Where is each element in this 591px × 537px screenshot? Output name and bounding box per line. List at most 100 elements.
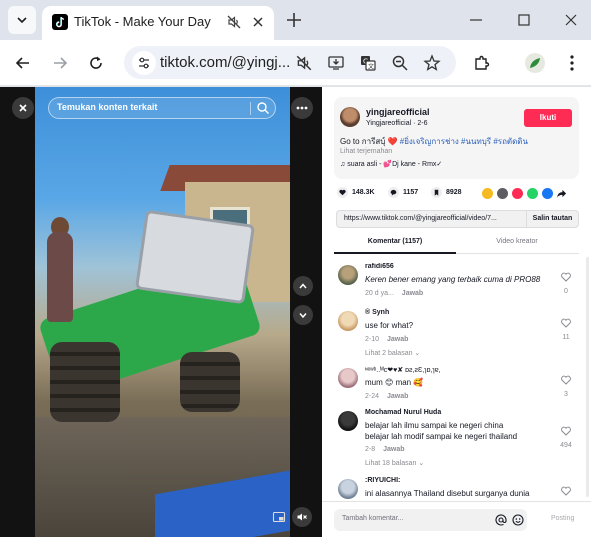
minimize-icon[interactable] bbox=[466, 10, 486, 30]
browser-toolbar: tiktok.com/@yingj... G文 bbox=[0, 40, 591, 86]
forward-button[interactable] bbox=[49, 52, 71, 74]
see-translation-link[interactable]: Lihat terjemahan bbox=[340, 148, 392, 155]
reload-button[interactable] bbox=[85, 52, 107, 74]
bookmark-icon bbox=[431, 187, 442, 198]
author-username[interactable]: yingjareofficial bbox=[366, 107, 430, 117]
close-video-button[interactable] bbox=[12, 97, 34, 119]
share-embed-icon[interactable] bbox=[497, 188, 508, 199]
muted-volume-icon bbox=[297, 513, 307, 521]
comment-like-button[interactable]: 0 bbox=[558, 269, 574, 295]
panel-tabs: Komentar (1157) Video kreator bbox=[334, 234, 579, 254]
view-replies-button[interactable]: Lihat 2 balasan ⌄ bbox=[365, 349, 420, 357]
next-video-button[interactable] bbox=[293, 305, 313, 325]
profile-button[interactable] bbox=[524, 52, 546, 74]
engagement-stats: 148.3K 1157 8928 bbox=[334, 187, 579, 201]
floating-player-icon[interactable] bbox=[272, 510, 286, 524]
comment-meta: 2-24 Jawab bbox=[365, 393, 408, 400]
browser-tab[interactable]: TikTok - Make Your Day bbox=[42, 6, 274, 40]
volume-button[interactable] bbox=[292, 507, 312, 527]
video-player[interactable]: Temukan konten terkait bbox=[0, 87, 322, 537]
comment-text: ini alasannya Thailand disebut surganya … bbox=[365, 489, 530, 498]
like-button[interactable]: 148.3K bbox=[337, 187, 375, 198]
emoji-icon[interactable] bbox=[512, 514, 524, 526]
comment-bubble-icon bbox=[388, 187, 399, 198]
share-coin-icon[interactable] bbox=[482, 188, 493, 199]
share-arrow-icon[interactable] bbox=[556, 188, 567, 199]
commenter-avatar[interactable] bbox=[338, 411, 358, 431]
bookmark-star-icon[interactable] bbox=[422, 53, 442, 73]
commenter-name[interactable]: rafidi656 bbox=[365, 263, 394, 270]
reply-button[interactable]: Jawab bbox=[383, 446, 404, 453]
related-search-input[interactable]: Temukan konten terkait bbox=[48, 97, 276, 119]
puzzle-icon bbox=[475, 55, 490, 70]
favorite-count: 8928 bbox=[446, 189, 462, 196]
tiktok-favicon-icon bbox=[52, 14, 68, 30]
search-icon[interactable] bbox=[256, 101, 270, 115]
caption-hashtags[interactable]: #ยิ่งเจริญการช่าง #นนทบุรี #รถตัดดิน bbox=[400, 137, 528, 146]
close-icon bbox=[19, 104, 27, 112]
commenter-name[interactable]: ® Synh bbox=[365, 309, 389, 316]
maximize-icon[interactable] bbox=[514, 10, 534, 30]
comment-like-button[interactable]: 3 bbox=[558, 372, 574, 398]
mention-icon[interactable] bbox=[495, 514, 507, 526]
video-scene-person bbox=[47, 232, 73, 322]
install-app-icon[interactable] bbox=[326, 53, 346, 73]
tab-title: TikTok - Make Your Day bbox=[74, 14, 211, 29]
tab-comments[interactable]: Komentar (1157) bbox=[334, 238, 456, 245]
back-arrow-icon bbox=[15, 57, 29, 69]
reply-button[interactable]: Jawab bbox=[387, 336, 408, 343]
comment-count-button[interactable]: 1157 bbox=[388, 187, 418, 198]
comment-like-button[interactable]: 494 bbox=[558, 423, 574, 449]
follow-button[interactable]: Ikuti bbox=[524, 109, 572, 127]
share-send-icon[interactable] bbox=[512, 188, 523, 199]
window-close-icon[interactable] bbox=[561, 10, 581, 30]
site-info-button[interactable] bbox=[132, 51, 156, 75]
comment-like-button[interactable] bbox=[558, 483, 574, 499]
commenter-avatar[interactable] bbox=[338, 265, 358, 285]
copy-link-button[interactable]: Salin tautan bbox=[526, 211, 578, 227]
commenter-avatar[interactable] bbox=[338, 479, 358, 499]
author-avatar[interactable] bbox=[340, 107, 360, 127]
zoom-icon[interactable] bbox=[390, 53, 410, 73]
commenter-name[interactable]: :RIYUICHI: bbox=[365, 477, 400, 484]
commenter-avatar[interactable] bbox=[338, 368, 358, 388]
comment-time: 2-10 bbox=[365, 336, 380, 343]
comment-time: 2-24 bbox=[365, 393, 380, 400]
comment-like-count: 494 bbox=[560, 442, 572, 449]
tab-muted-icon[interactable] bbox=[226, 14, 242, 30]
share-facebook-icon[interactable] bbox=[542, 188, 553, 199]
translate-icon[interactable]: G文 bbox=[358, 53, 378, 73]
chrome-menu-button[interactable] bbox=[561, 52, 583, 74]
tab-search-button[interactable] bbox=[8, 6, 36, 34]
share-whatsapp-icon[interactable] bbox=[527, 188, 538, 199]
previous-video-button[interactable] bbox=[293, 276, 313, 296]
video-more-button[interactable] bbox=[291, 97, 313, 119]
music-link[interactable]: ♫ suara asli - 💕Dj kane - Rmx✓ bbox=[340, 160, 442, 168]
like-count: 148.3K bbox=[352, 189, 375, 196]
back-button[interactable] bbox=[12, 52, 34, 74]
comment-like-button[interactable]: 11 bbox=[558, 315, 574, 341]
heart-outline-icon bbox=[561, 486, 571, 496]
commenter-name[interactable]: ᶰᵉʷᵇ..ᴹᴄ❤♥✘ ɒƨ,ꙅƐ,ɿɒ,ɿɐ, bbox=[365, 366, 441, 374]
video-frame[interactable] bbox=[35, 87, 290, 537]
comment-text: use for what? bbox=[365, 321, 414, 330]
extensions-button[interactable] bbox=[471, 52, 493, 74]
comment-text: Keren bener emang yang terbaik cuma di P… bbox=[365, 275, 541, 284]
tab-muted-omnibox-icon[interactable] bbox=[294, 53, 314, 73]
tab-creator-videos[interactable]: Video kreator bbox=[456, 238, 578, 245]
commenter-name[interactable]: Mochamad Nurul Huda bbox=[365, 409, 441, 416]
commenter-avatar[interactable] bbox=[338, 311, 358, 331]
view-replies-button[interactable]: Lihat 18 balasan ⌄ bbox=[365, 459, 424, 467]
caption-text: Go to การีสบุ์ ❤️ bbox=[340, 137, 400, 146]
reply-button[interactable]: Jawab bbox=[402, 290, 423, 297]
comment-scrollbar[interactable] bbox=[586, 257, 589, 497]
reply-button[interactable]: Jawab bbox=[387, 393, 408, 400]
post-comment-button[interactable]: Posting bbox=[551, 515, 574, 522]
tab-close-icon[interactable] bbox=[250, 14, 266, 30]
chevron-down-icon bbox=[17, 17, 27, 24]
favorite-button[interactable]: 8928 bbox=[431, 187, 462, 198]
comment-count: 1157 bbox=[403, 189, 419, 196]
new-tab-icon[interactable] bbox=[284, 10, 304, 30]
address-bar[interactable]: tiktok.com/@yingj... G文 bbox=[124, 46, 456, 79]
comment-input[interactable]: Tambah komentar... bbox=[334, 509, 527, 531]
